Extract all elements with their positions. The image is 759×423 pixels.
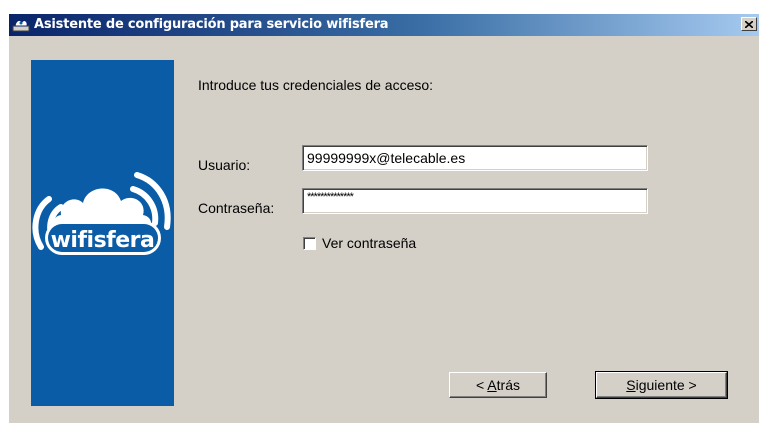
close-icon xyxy=(745,20,753,28)
back-button-rest: trás xyxy=(496,377,520,393)
window-title: Asistente de configuración para servicio… xyxy=(34,17,389,32)
username-field[interactable]: 99999999x@telecable.es xyxy=(302,145,648,171)
close-button[interactable] xyxy=(741,17,757,31)
back-button[interactable]: < Atrás xyxy=(449,372,547,398)
brand-name: wifisfera xyxy=(50,228,155,253)
next-button-rest: iguiente xyxy=(635,377,685,393)
back-button-prefix: < xyxy=(476,377,488,393)
username-label: Usuario: xyxy=(198,157,251,173)
brand-panel: wifisfera xyxy=(31,60,174,406)
setup-wizard-window: Asistente de configuración para servicio… xyxy=(8,13,759,423)
next-button[interactable]: Siguiente > xyxy=(595,371,728,399)
wizard-app-icon xyxy=(12,19,30,32)
back-button-accel: A xyxy=(487,377,497,393)
form-heading: Introduce tus credenciales de acceso: xyxy=(198,77,434,93)
password-field[interactable]: ************** xyxy=(302,188,648,214)
title-bar[interactable]: Asistente de configuración para servicio… xyxy=(9,14,759,36)
show-password-label[interactable]: Ver contraseña xyxy=(322,235,416,251)
show-password-checkbox[interactable] xyxy=(303,237,316,250)
password-label: Contraseña: xyxy=(198,200,275,216)
next-button-suffix: > xyxy=(684,377,697,393)
wifi-cloud-icon xyxy=(32,172,171,255)
next-button-accel: S xyxy=(626,377,636,393)
